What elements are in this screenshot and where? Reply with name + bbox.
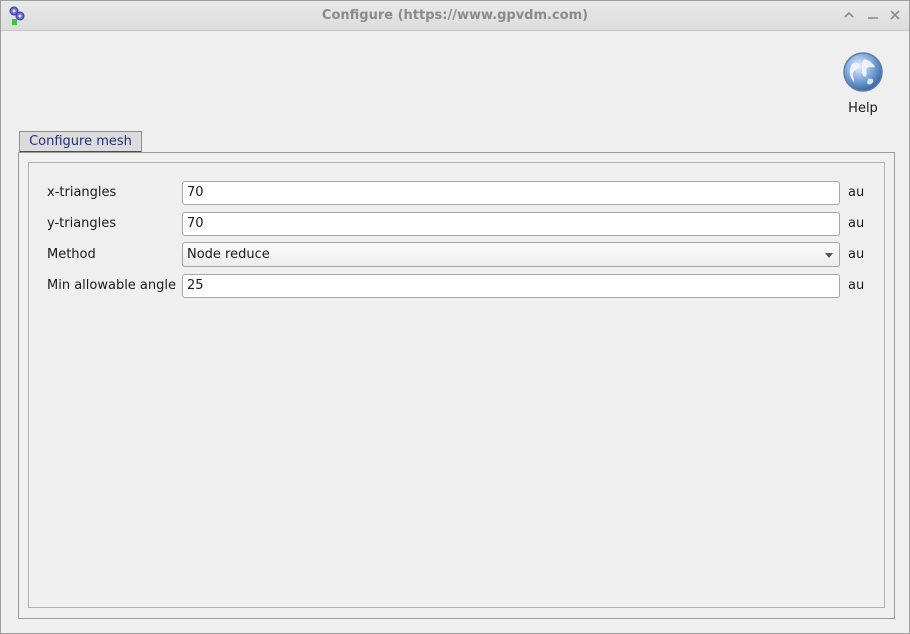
help-button[interactable]: Help [837,51,889,121]
tab-panel: x-triangles 70 au y-triangles 70 au Meth… [18,152,895,619]
method-unit: au [848,247,865,262]
method-selected-value: Node reduce [187,247,270,262]
min-angle-label: Min allowable angle [47,278,177,293]
window-title: Configure (https://www.gpvdm.com) [321,8,589,23]
min-angle-input[interactable]: 25 [182,274,840,298]
close-button[interactable] [887,7,903,23]
mesh-settings-frame: x-triangles 70 au y-triangles 70 au Meth… [28,162,885,608]
config-window: Configure (https://www.gpvdm.com) Help C… [0,0,910,634]
x-triangles-label: x-triangles [47,185,117,200]
globe-help-icon [842,51,884,97]
y-triangles-unit: au [848,216,865,231]
title-bar[interactable]: Configure (https://www.gpvdm.com) [1,1,909,31]
min-angle-unit: au [848,278,865,293]
minimize-icon [868,17,878,19]
x-triangles-unit: au [848,185,865,200]
maximize-button[interactable] [841,7,857,23]
y-triangles-input[interactable]: 70 [182,212,840,236]
y-triangles-label: y-triangles [47,216,117,231]
dropdown-arrow-icon [825,253,833,258]
minimize-button[interactable] [865,7,881,23]
method-select[interactable]: Node reduce [182,242,840,267]
method-label: Method [47,247,96,262]
chevron-up-icon [844,11,854,18]
help-label: Help [848,101,878,116]
x-triangles-input[interactable]: 70 [182,181,840,205]
close-icon [890,10,900,20]
tab-configure-mesh[interactable]: Configure mesh [19,131,142,153]
